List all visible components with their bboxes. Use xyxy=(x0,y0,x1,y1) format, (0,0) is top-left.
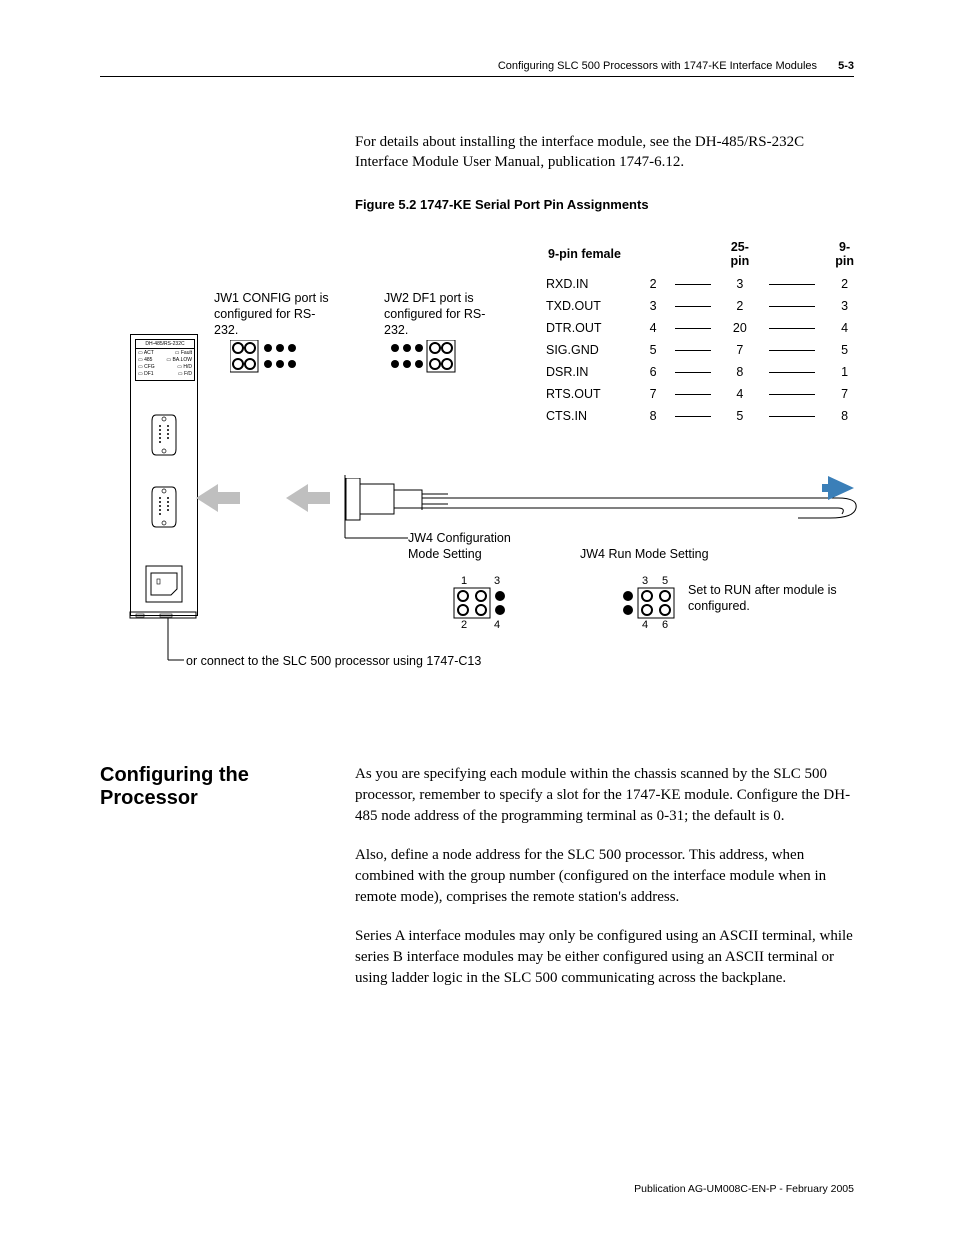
df1-port-icon xyxy=(151,485,177,529)
pin-row: DTR.OUT4204 xyxy=(540,318,862,338)
pin-header-25: 25-pin xyxy=(723,236,758,272)
pin-header-9: 9-pin xyxy=(827,236,862,272)
dh485-port-icon xyxy=(145,565,183,603)
module-base-icon xyxy=(126,610,200,624)
section-paragraph-2: Also, define a node address for the SLC … xyxy=(355,845,854,908)
svg-text:3: 3 xyxy=(642,575,648,587)
pin-row: RTS.OUT747 xyxy=(540,384,862,404)
svg-text:1: 1 xyxy=(461,575,467,587)
svg-text:4: 4 xyxy=(494,619,500,630)
page-header: Configuring SLC 500 Processors with 1747… xyxy=(100,60,854,77)
figure-caption: Figure 5.2 1747-KE Serial Port Pin Assig… xyxy=(355,197,854,212)
figure-area: 9-pin female 25-pin 9-pin RXD.IN232TXD.O… xyxy=(110,234,854,694)
pin-row: TXD.OUT323 xyxy=(540,296,862,316)
jw1-jumper-diagram xyxy=(230,340,300,376)
pin-row: DSR.IN681 xyxy=(540,362,862,382)
lower-cable-diagram xyxy=(418,470,858,530)
pin-assignment-table: 9-pin female 25-pin 9-pin RXD.IN232TXD.O… xyxy=(538,234,864,428)
jw4-config-label: JW4 Configuration Mode Setting xyxy=(408,530,518,563)
section-paragraph-3: Series A interface modules may only be c… xyxy=(355,926,854,989)
jw2-label: JW2 DF1 port is configured for RS-232. xyxy=(384,290,504,339)
section-title: Configuring the Processor xyxy=(100,764,325,1007)
header-title: Configuring SLC 500 Processors with 1747… xyxy=(498,60,817,72)
pin-row: CTS.IN858 xyxy=(540,406,862,426)
section-configuring-processor: Configuring the Processor As you are spe… xyxy=(100,764,854,1007)
jw2-jumper-diagram xyxy=(387,340,457,376)
jw4-run-label: JW4 Run Mode Setting xyxy=(580,546,740,562)
pin-row: RXD.IN232 xyxy=(540,274,862,294)
svg-text:3: 3 xyxy=(494,575,500,587)
page-number: 5-3 xyxy=(838,60,854,72)
svg-text:5: 5 xyxy=(662,575,668,587)
intro-paragraph: For details about installing the interfa… xyxy=(355,132,854,173)
section-paragraph-1: As you are specifying each module within… xyxy=(355,764,854,827)
pin-header-9f: 9-pin female xyxy=(540,236,642,272)
panel-title: DH-485/RS-232C xyxy=(136,340,194,349)
module-faceplate: DH-485/RS-232C ▭ ACT ▭ 485 ▭ CFG ▭ DF1 ▭… xyxy=(130,334,198,616)
pin-row: SIG.GND575 xyxy=(540,340,862,360)
svg-text:2: 2 xyxy=(461,619,467,630)
jw1-label: JW1 CONFIG port is configured for RS-232… xyxy=(214,290,334,339)
bottom-leader xyxy=(164,616,188,664)
svg-text:4: 4 xyxy=(642,619,648,630)
config-port-icon xyxy=(151,413,177,457)
jw4-run-jumper: 3 5 4 6 xyxy=(618,574,682,630)
bottom-connect-note: or connect to the SLC 500 processor usin… xyxy=(186,654,481,668)
svg-text:6: 6 xyxy=(662,619,668,630)
run-note: Set to RUN after module is configured. xyxy=(688,582,848,615)
publication-footer: Publication AG-UM008C-EN-P - February 20… xyxy=(634,1183,854,1195)
jw4-config-jumper: 1 3 2 4 xyxy=(452,574,516,630)
jw4-cfg-leader xyxy=(342,472,422,540)
